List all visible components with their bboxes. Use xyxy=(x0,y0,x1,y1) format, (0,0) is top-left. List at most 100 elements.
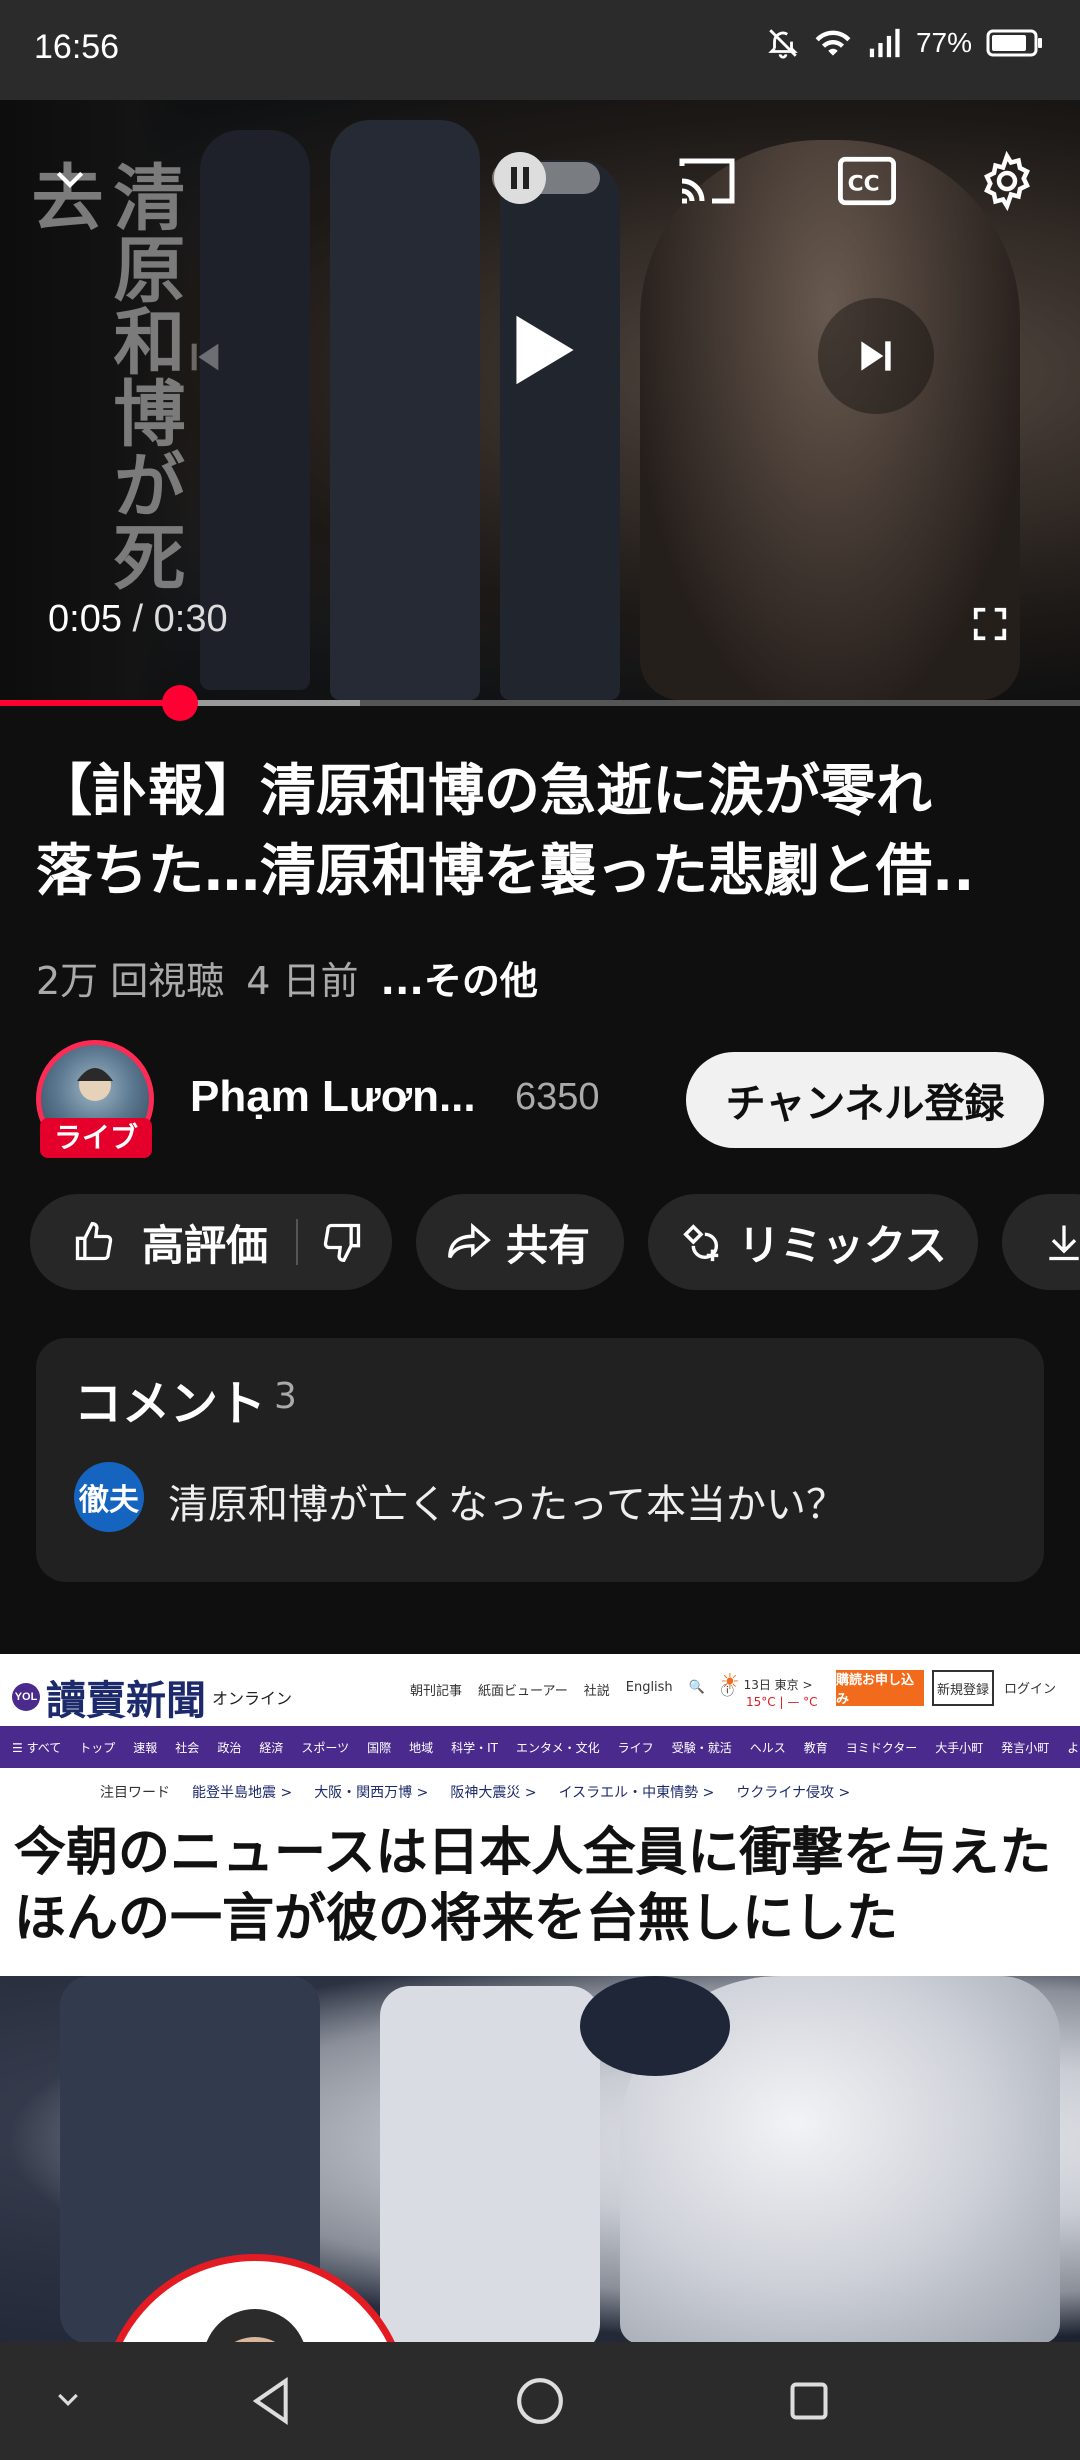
progress-scrubber[interactable] xyxy=(162,685,199,721)
video-title[interactable]: 【訃報】清原和博の急逝に涙が零れ 落ちた…清原和博を襲った悲劇と借.. xyxy=(36,752,1046,912)
fullscreen-button[interactable] xyxy=(960,594,1020,654)
current-time: 0:05 xyxy=(48,598,122,640)
time-display: 0:05 / 0:30 xyxy=(48,598,228,641)
previous-button[interactable] xyxy=(170,322,240,392)
ad-headline: 今朝のニュースは日本人全員に衝撃を与えた ほんの一言が彼の将来を台無しにした xyxy=(14,1820,1074,1952)
video-meta[interactable]: 2万 回視聴 4 日前 ...その他 xyxy=(36,950,538,1005)
like-label: 高評価 xyxy=(142,1220,269,1270)
video-title-line2: 落ちた…清原和博を襲った悲劇と借.. xyxy=(36,839,975,904)
subscriber-count: 6350 xyxy=(515,1076,600,1118)
commenter-avatar: 徹夫 xyxy=(74,1462,144,1532)
ad-weather-label: 13日 東京 > xyxy=(743,1678,813,1692)
duration: 0:30 xyxy=(153,598,228,640)
share-icon xyxy=(448,1222,491,1259)
ad-logo-sub: オンライン xyxy=(212,1689,293,1708)
ad-site-header: YOL 讀賣新聞 オンライン 朝刊記事 紙面ビューアー 社説 English 🔍… xyxy=(0,1654,1080,1726)
ad-nav-item: 受験・就活 xyxy=(671,1740,732,1755)
video-player[interactable]: 清原和博が死去 CC 0:05 / 0:30 xyxy=(0,100,1080,705)
comments-count: 3 xyxy=(274,1376,297,1417)
download-button[interactable] xyxy=(1002,1194,1080,1290)
ad-search-icon: 🔍 xyxy=(688,1680,705,1695)
cc-icon: CC xyxy=(838,156,896,206)
remix-button[interactable]: リミックス xyxy=(648,1194,978,1290)
captions-button[interactable]: CC xyxy=(832,146,902,216)
signal-icon xyxy=(869,28,900,58)
remix-icon xyxy=(683,1224,719,1262)
upload-age: 4 日前 xyxy=(246,959,359,1003)
comments-panel[interactable]: コメント 3 徹夫 清原和博が亡くなったって本当かい？ xyxy=(36,1338,1044,1582)
ad-keyword-link: 大阪・関西万博 > xyxy=(314,1785,429,1801)
play-icon xyxy=(516,315,574,385)
download-icon xyxy=(1049,1225,1079,1261)
back-icon xyxy=(252,2377,288,2425)
ad-nav-item: 経済 xyxy=(259,1740,284,1755)
more-link[interactable]: ...その他 xyxy=(381,950,538,1005)
ad-keyword-link: 能登半島地震 > xyxy=(192,1785,293,1801)
ad-nav-item: 社会 xyxy=(175,1740,200,1755)
settings-button[interactable] xyxy=(970,144,1044,218)
ad-nav-item: 大手小町 xyxy=(935,1740,984,1755)
video-title-line1: 【訃報】清原和博の急逝に涙が零れ xyxy=(36,759,932,824)
battery-percent: 77% xyxy=(915,27,972,58)
ad-nav-item: ヨミドクター xyxy=(845,1740,918,1755)
ad-nav-item: 教育 xyxy=(803,1740,828,1755)
like-button[interactable]: 高評価 xyxy=(72,1212,268,1273)
ad-top-link: 紙面ビューアー xyxy=(478,1684,568,1699)
back-button[interactable] xyxy=(236,2366,306,2436)
hide-keyboard-button[interactable] xyxy=(40,2372,96,2428)
like-dislike-chip: 高評価 xyxy=(30,1194,392,1290)
ad-nav-item: スポーツ xyxy=(301,1740,350,1755)
ad-top-link: 社説 xyxy=(583,1684,610,1699)
dislike-button[interactable] xyxy=(320,1220,364,1264)
svg-text:CC: CC xyxy=(848,172,880,197)
ad-logo-text: 讀賣新聞 xyxy=(46,1677,206,1724)
subscribe-button[interactable]: チャンネル登録 xyxy=(686,1052,1044,1148)
next-icon xyxy=(861,341,891,371)
ad-top-link: English xyxy=(625,1680,673,1695)
share-label: 共有 xyxy=(506,1220,591,1270)
ad-nav-item: エンタメ・文化 xyxy=(516,1740,600,1755)
ad-subscribe-button: 購読お申し込み xyxy=(836,1670,924,1707)
autoplay-toggle[interactable] xyxy=(490,150,602,206)
cast-button[interactable] xyxy=(672,146,742,216)
cast-icon xyxy=(679,158,735,204)
ad-nav-item: ライフ xyxy=(617,1740,654,1755)
collapse-button[interactable] xyxy=(40,150,100,210)
progress-bar[interactable] xyxy=(0,685,1080,721)
play-button[interactable] xyxy=(495,300,595,400)
time-separator: / xyxy=(121,598,154,640)
view-count: 2万 回視聴 xyxy=(36,959,225,1003)
next-button[interactable] xyxy=(818,298,934,414)
ad-banner[interactable]: YOL 讀賣新聞 オンライン 朝刊記事 紙面ビューアー 社説 English 🔍… xyxy=(0,1654,1080,2344)
recents-button[interactable] xyxy=(774,2366,844,2436)
ad-nav-item: 科学・IT xyxy=(451,1740,499,1755)
home-button[interactable] xyxy=(505,2366,575,2436)
share-button[interactable]: 共有 xyxy=(416,1194,624,1290)
ad-photo-figure xyxy=(380,1986,600,2344)
ad-top-link: 朝刊記事 xyxy=(410,1684,463,1699)
hide-keyboard-chevron-icon xyxy=(58,2393,78,2406)
home-icon xyxy=(517,2378,563,2424)
ad-headline-line1: 今朝のニュースは日本人全員に衝撃を与えた xyxy=(14,1823,1052,1883)
ad-login-link: ログイン xyxy=(1004,1682,1057,1697)
ad-top-links: 朝刊記事 紙面ビューアー 社説 English 🔍 ⓘ xyxy=(410,1680,734,1699)
progress-played xyxy=(0,700,181,706)
ad-nav-item: トップ xyxy=(79,1740,116,1755)
mute-bell-icon xyxy=(768,29,798,59)
ad-headline-line2: ほんの一言が彼の将来を台無しにした xyxy=(14,1889,899,1949)
previous-icon xyxy=(191,343,219,371)
thumbs-up-icon xyxy=(75,1222,113,1261)
ad-logo: YOL 讀賣新聞 オンライン xyxy=(12,1668,292,1726)
status-icons: 77% xyxy=(766,26,1044,60)
channel-name[interactable]: Phạm Lươn... xyxy=(190,1072,476,1122)
ad-nav-item: ヘルス xyxy=(749,1740,786,1755)
ad-keyword-link: イスラエル・中東情勢 > xyxy=(558,1785,715,1801)
ad-nav-item: 国際 xyxy=(367,1740,392,1755)
remix-label: リミックス xyxy=(738,1220,947,1270)
ad-sun-icon: ☀ xyxy=(720,1670,740,1695)
status-clock: 16:56 xyxy=(34,28,120,66)
ad-nav-bar: ☰ すべて トップ 速報 社会 政治 経済 スポーツ 国際 地域 科学・IT エンタメ・文化 ライフ 受… xyxy=(0,1726,1080,1768)
ad-nav-item: 政治 xyxy=(217,1740,242,1755)
ad-nav-item: 発言小町 xyxy=(1001,1740,1050,1755)
chip-divider xyxy=(296,1219,299,1265)
